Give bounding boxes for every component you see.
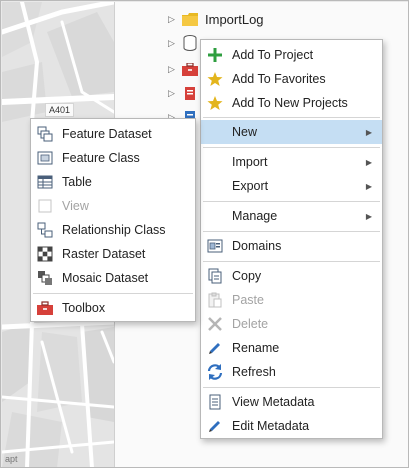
copy-icon <box>206 267 224 285</box>
document-icon <box>185 86 195 100</box>
submenu-item-toolbox[interactable]: Toolbox <box>31 296 195 320</box>
menu-item-refresh[interactable]: Refresh <box>201 360 382 384</box>
submenu-item-view[interactable]: View <box>31 194 195 218</box>
road-label: A401 <box>45 103 75 117</box>
menu-item-copy[interactable]: Copy <box>201 264 382 288</box>
refresh-icon <box>206 363 224 381</box>
menu-item-import[interactable]: Import ▶ <box>201 150 382 174</box>
expand-arrow-icon[interactable]: ▷ <box>168 88 175 99</box>
submenu-arrow-icon: ▶ <box>365 157 372 167</box>
menu-item-add-to-new-projects[interactable]: Add To New Projects <box>201 91 382 115</box>
submenu-item-table[interactable]: Table <box>31 170 195 194</box>
feature-class-icon <box>36 149 54 167</box>
star-icon <box>206 70 224 88</box>
table-icon <box>36 173 54 191</box>
submenu-item-feature-class[interactable]: Feature Class <box>31 146 195 170</box>
expand-arrow-icon[interactable]: ▷ <box>168 14 175 25</box>
menu-item-edit-metadata[interactable]: Edit Metadata <box>201 414 382 438</box>
expand-arrow-icon[interactable]: ▷ <box>168 38 175 49</box>
feature-dataset-icon <box>36 125 54 143</box>
star-icon <box>206 94 224 112</box>
raster-dataset-icon <box>36 245 54 263</box>
paste-icon <box>206 291 224 309</box>
tree-item-label: ImportLog <box>205 11 264 27</box>
menu-separator <box>33 293 193 294</box>
relationship-class-icon <box>36 221 54 239</box>
menu-item-add-to-project[interactable]: Add To Project <box>201 43 382 67</box>
submenu-arrow-icon: ▶ <box>365 127 372 137</box>
menu-item-rename[interactable]: Rename <box>201 336 382 360</box>
menu-separator <box>203 261 380 262</box>
metadata-icon <box>206 393 224 411</box>
map-edge-text: apt <box>5 454 18 464</box>
menu-separator <box>203 231 380 232</box>
application-window: A401 apt ▷ ImportLog ▷ ▷ ▷ ▷ Add To Proj… <box>0 0 409 468</box>
menu-item-export[interactable]: Export ▶ <box>201 174 382 198</box>
submenu-item-feature-dataset[interactable]: Feature Dataset <box>31 122 195 146</box>
menu-item-domains[interactable]: Domains <box>201 234 382 258</box>
submenu-item-raster-dataset[interactable]: Raster Dataset <box>31 242 195 266</box>
pencil-icon <box>206 339 224 357</box>
context-menu: Add To Project Add To Favorites Add To N… <box>200 39 383 439</box>
menu-item-add-to-favorites[interactable]: Add To Favorites <box>201 67 382 91</box>
menu-separator <box>203 387 380 388</box>
toolbox-icon <box>182 62 198 76</box>
geodatabase-icon <box>183 35 197 51</box>
toolbox-icon <box>36 299 54 317</box>
submenu-item-mosaic-dataset[interactable]: Mosaic Dataset <box>31 266 195 290</box>
menu-separator <box>203 201 380 202</box>
menu-separator <box>203 147 380 148</box>
submenu-arrow-icon: ▶ <box>365 181 372 191</box>
folder-icon <box>182 12 198 26</box>
menu-item-manage[interactable]: Manage ▶ <box>201 204 382 228</box>
view-icon <box>36 197 54 215</box>
pencil-icon <box>206 417 224 435</box>
mosaic-dataset-icon <box>36 269 54 287</box>
menu-item-paste[interactable]: Paste <box>201 288 382 312</box>
submenu-item-relationship-class[interactable]: Relationship Class <box>31 218 195 242</box>
delete-icon <box>206 315 224 333</box>
menu-item-view-metadata[interactable]: View Metadata <box>201 390 382 414</box>
expand-arrow-icon[interactable]: ▷ <box>168 64 175 75</box>
new-submenu: Feature Dataset Feature Class Table View… <box>30 118 196 322</box>
submenu-arrow-icon: ▶ <box>365 211 372 221</box>
plus-icon <box>206 46 224 64</box>
tree-row-importlog[interactable]: ▷ ImportLog <box>115 8 408 30</box>
menu-item-new[interactable]: New ▶ <box>201 120 382 144</box>
menu-separator <box>203 117 380 118</box>
domains-icon <box>206 237 224 255</box>
menu-item-delete[interactable]: Delete <box>201 312 382 336</box>
